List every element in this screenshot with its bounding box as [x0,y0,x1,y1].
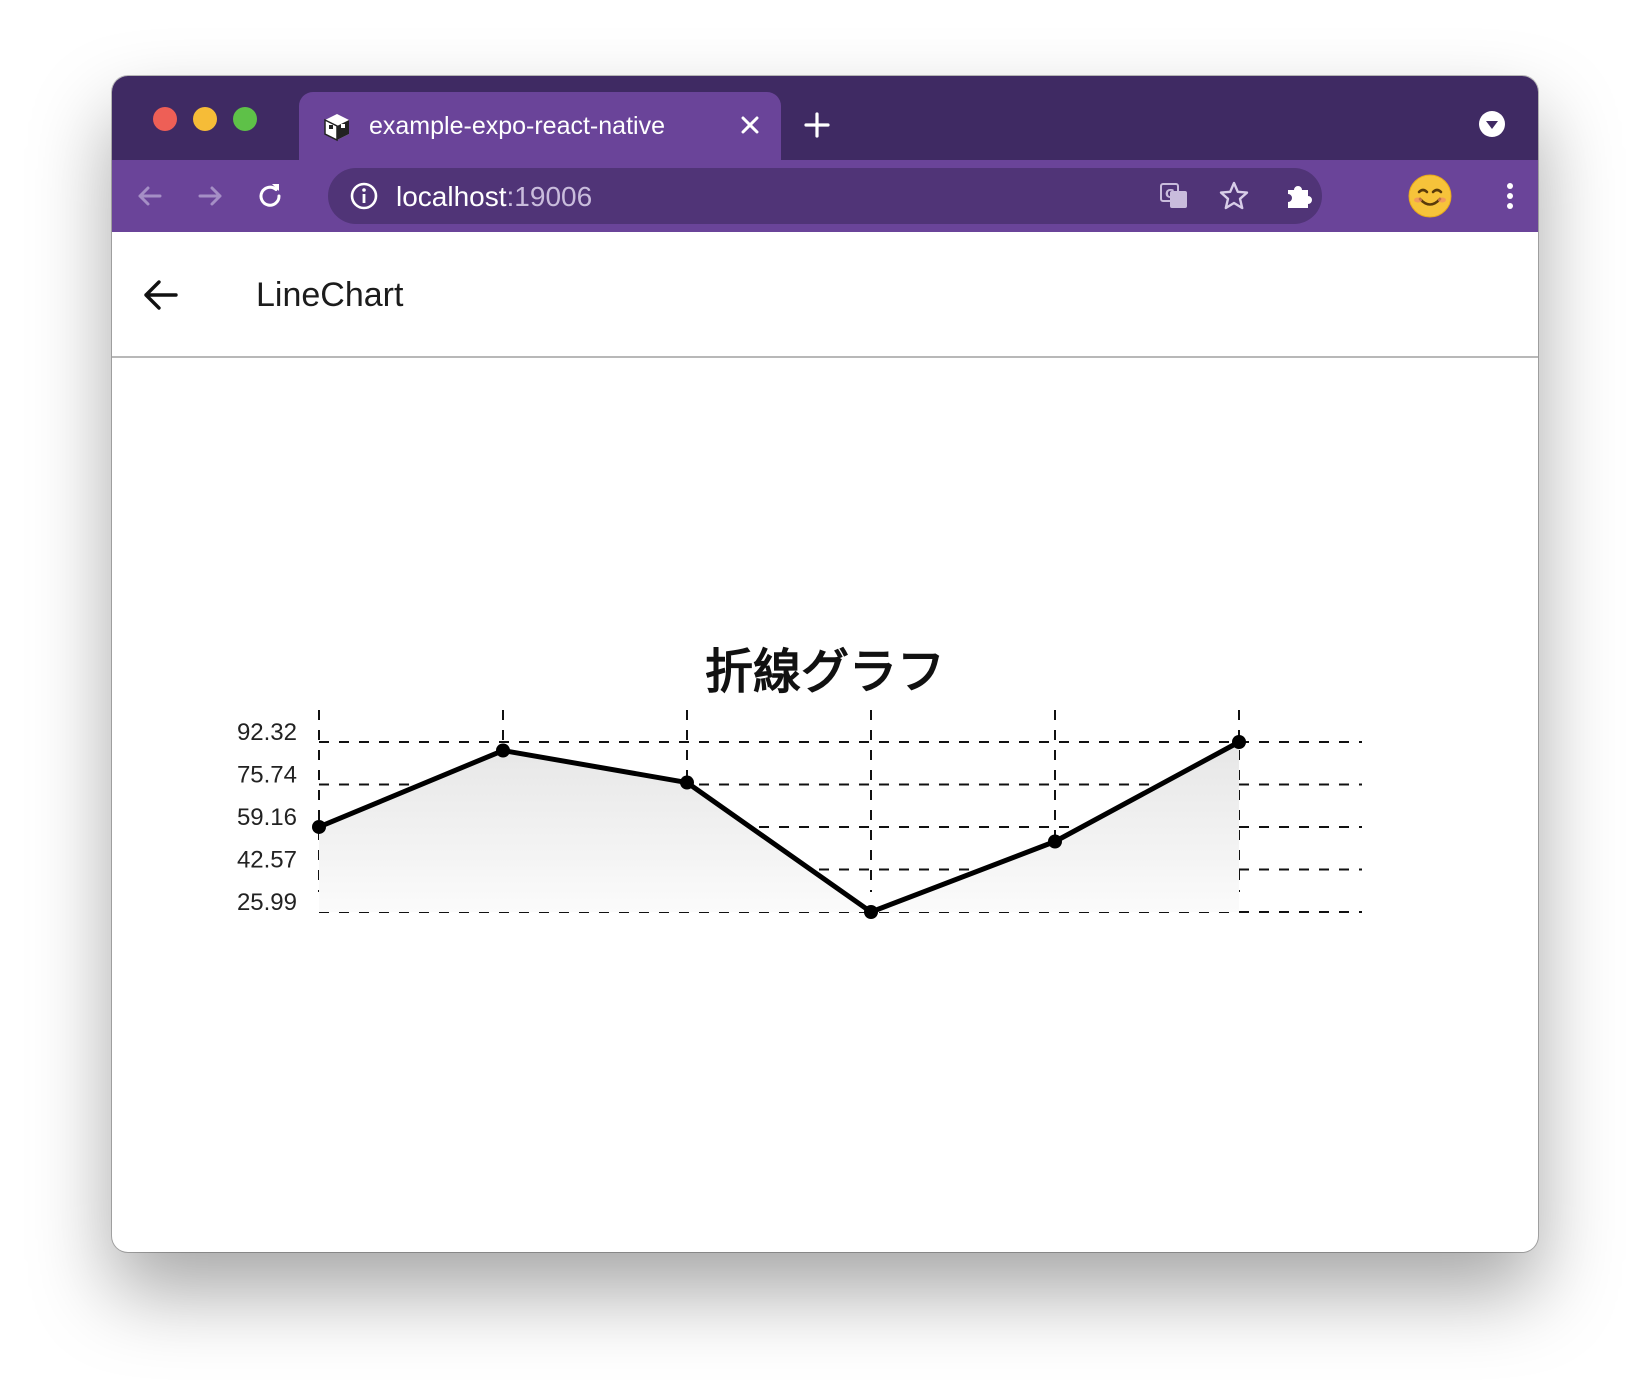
line-chart: 25.99 42.57 59.16 75.74 92.32 [237,710,1362,919]
maximize-window-button[interactable] [233,107,257,131]
extensions-puzzle-icon[interactable] [1282,180,1314,212]
y-tick-label: 42.57 [237,847,297,874]
browser-window: example-expo-react-native localhost:1900… [112,76,1538,1252]
more-menu-icon[interactable] [1494,180,1526,212]
back-nav-icon[interactable] [134,180,166,212]
tab-active[interactable]: example-expo-react-native [299,92,781,160]
y-tick-label: 75.74 [237,761,297,788]
svg-text:G: G [1165,187,1175,201]
chart-area: 折線グラフ 25.99 42.57 59.16 75.74 92.32 [112,358,1538,1252]
app-header: LineChart [112,232,1538,358]
url-text: localhost:19006 [396,181,592,213]
data-point [864,905,878,919]
site-info-icon[interactable] [348,180,380,212]
address-bar[interactable]: localhost:19006 G [328,168,1322,224]
forward-nav-icon[interactable] [194,180,226,212]
browser-toolbar: localhost:19006 G [112,160,1538,232]
profile-avatar-icon[interactable] [1408,174,1452,218]
data-point [1232,735,1246,749]
translate-icon[interactable]: G [1158,180,1190,212]
close-tab-icon[interactable] [735,110,765,140]
y-tick-label: 25.99 [237,889,297,916]
bookmark-star-icon[interactable] [1218,180,1250,212]
url-port: :19006 [506,181,593,212]
y-tick-label: 92.32 [237,719,297,746]
data-point [312,819,326,834]
url-host: localhost [396,181,507,212]
page-title: LineChart [256,276,404,314]
minimize-window-button[interactable] [193,107,217,131]
back-arrow-icon[interactable] [140,274,182,316]
data-point [1048,834,1062,849]
y-tick-label: 59.16 [237,804,297,831]
tab-title: example-expo-react-native [369,112,665,140]
tab-bar: example-expo-react-native [112,76,1538,160]
new-tab-icon[interactable] [802,110,832,140]
data-point [680,775,694,790]
data-point [496,743,510,758]
reload-icon[interactable] [254,180,286,212]
tab-search-icon[interactable] [1478,110,1506,138]
expo-favicon-icon [324,114,349,142]
close-window-button[interactable] [153,107,177,131]
